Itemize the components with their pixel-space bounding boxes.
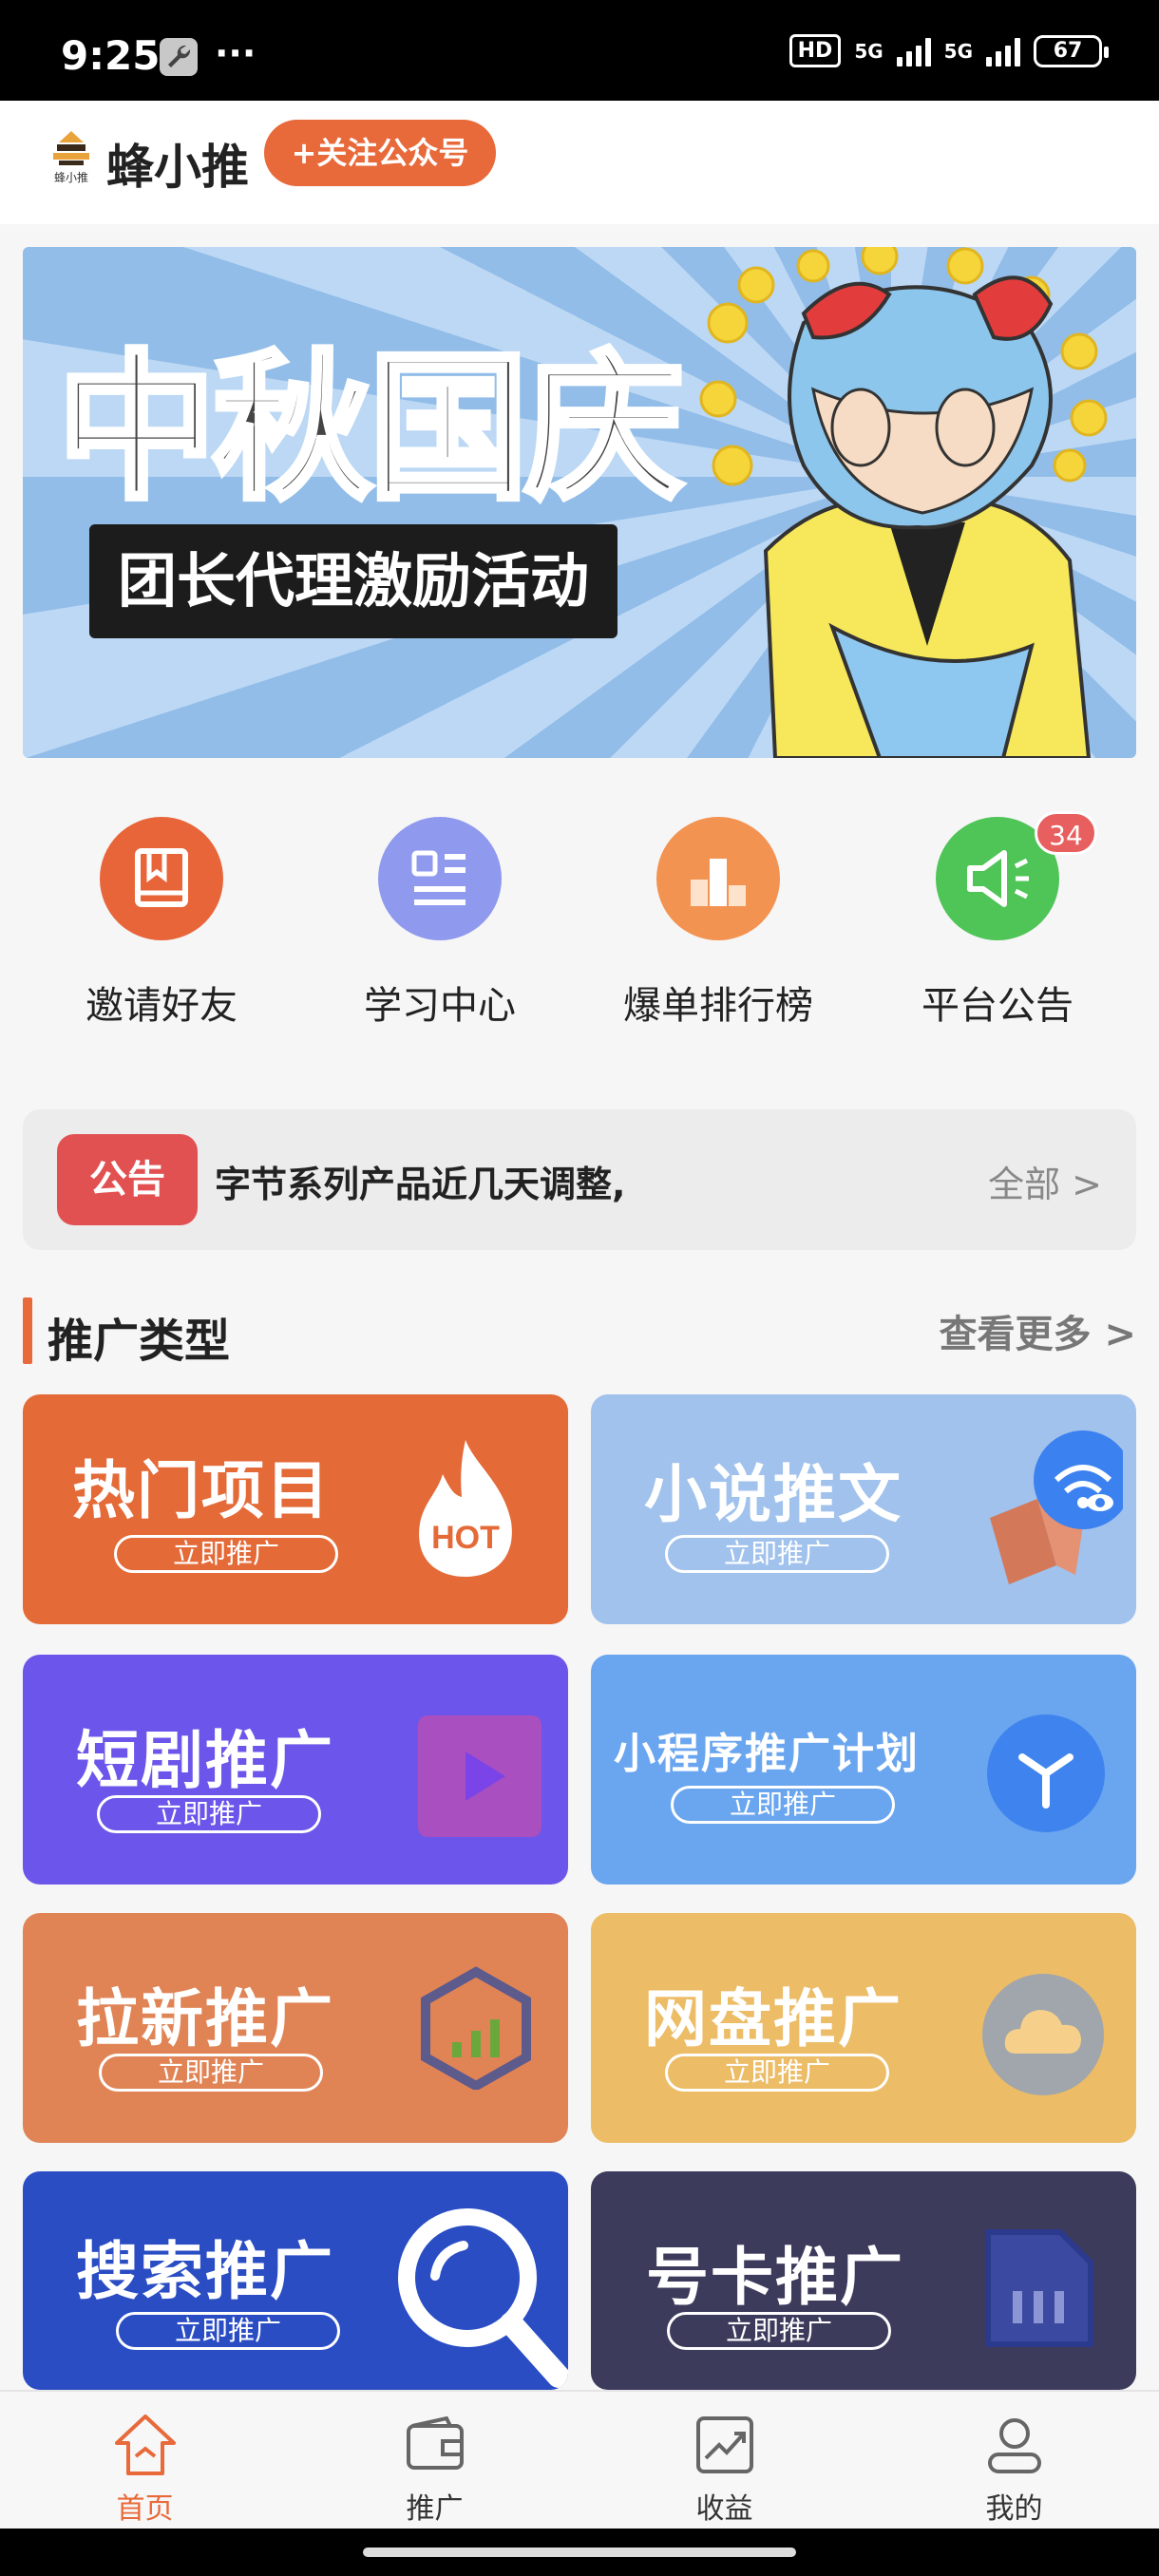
promote-now-button[interactable]: 立即推广 (667, 2312, 891, 2350)
announcement-text[interactable]: 字节系列产品近几天调整, (215, 1155, 625, 1207)
promote-now-button[interactable]: 立即推广 (116, 2312, 340, 2350)
card-novel-promotion[interactable]: 小说推文 立即推广 (591, 1394, 1136, 1624)
quick-menu-invite-friends[interactable]: 邀请好友 (38, 798, 285, 1030)
status-bar: 9:25 ··· HD 5G 5G 67 (0, 0, 1159, 101)
card-search-promotion[interactable]: 搜索推广 立即推广 (23, 2171, 568, 2390)
section-accent-bar (23, 1297, 32, 1364)
wallet-icon (401, 2411, 469, 2479)
card-title: 拉新推广 (76, 1982, 334, 2055)
list-icon (378, 817, 502, 940)
app-name: 蜂小推 (106, 140, 249, 195)
battery-icon: 67 (1034, 34, 1109, 67)
signal-icon (986, 36, 1020, 66)
cloud-icon (978, 1970, 1108, 2099)
announcement-bar[interactable]: 公告 字节系列产品近几天调整, 全部 > (23, 1109, 1136, 1250)
banner-title: 中秋国庆 (54, 335, 687, 521)
card-mini-program[interactable]: 小程序推广计划 立即推广 (591, 1655, 1136, 1885)
nav-label: 推广 (406, 2492, 464, 2526)
status-time: 9:25 (61, 32, 161, 79)
play-icon (418, 1715, 542, 1837)
sim-card-icon (980, 2225, 1098, 2352)
card-short-drama[interactable]: 短剧推广 立即推广 (23, 1655, 568, 1885)
home-icon (111, 2411, 180, 2479)
quick-menu-label: 邀请好友 (86, 984, 238, 1028)
hexagon-chart-icon (414, 1966, 538, 2092)
announcement-tag: 公告 (57, 1134, 198, 1225)
bee-logo-icon (53, 131, 89, 165)
profile-icon (980, 2411, 1049, 2479)
notification-badge: 34 (1035, 811, 1097, 855)
nav-home[interactable]: 首页 (0, 2392, 290, 2530)
card-cloud-drive[interactable]: 网盘推广 立即推广 (591, 1913, 1136, 2143)
card-title: 短剧推广 (76, 1724, 334, 1797)
card-title: 小程序推广计划 (614, 1730, 920, 1778)
card-new-user-acquisition[interactable]: 拉新推广 立即推广 (23, 1913, 568, 2143)
nav-profile[interactable]: 我的 (869, 2392, 1159, 2530)
podium-icon (656, 817, 780, 940)
follow-official-account-button[interactable]: +关注公众号 (264, 120, 496, 186)
promote-now-button[interactable]: 立即推广 (671, 1786, 895, 1824)
promotion-types-header: 推广类型 查看更多 > (23, 1294, 1136, 1370)
card-title: 搜索推广 (76, 2235, 334, 2308)
view-all-announcements-link[interactable]: 全部 > (988, 1155, 1102, 1207)
nav-label: 我的 (985, 2492, 1043, 2526)
network-5g-label: 5G (943, 39, 973, 63)
nav-promote[interactable]: 推广 (290, 2392, 580, 2530)
card-title: 网盘推广 (644, 1982, 902, 2055)
system-home-bar (0, 2529, 1159, 2576)
trend-icon (691, 2411, 759, 2479)
nav-label: 收益 (695, 2492, 753, 2526)
promote-now-button[interactable]: 立即推广 (665, 2054, 889, 2092)
quick-menu-leaderboard[interactable]: 爆单排行榜 (595, 798, 842, 1030)
card-title: 小说推文 (644, 1458, 902, 1531)
search-icon (393, 2206, 568, 2390)
promo-banner[interactable]: 中秋国庆 团长代理激励活动 (23, 247, 1136, 758)
nav-label: 首页 (116, 2492, 174, 2526)
view-more-link[interactable]: 查看更多 > (940, 1303, 1136, 1358)
quick-menu-label: 爆单排行榜 (623, 984, 813, 1028)
hot-label: HOT (431, 1520, 500, 1556)
hd-icon: HD (788, 34, 842, 67)
promote-now-button[interactable]: 立即推广 (665, 1535, 889, 1573)
bottom-navigation: 首页 推广 收益 我的 (0, 2390, 1159, 2529)
promote-now-button[interactable]: 立即推广 (114, 1535, 338, 1573)
card-title: 热门项目 (72, 1454, 331, 1527)
banner-subtitle: 团长代理激励活动 (89, 524, 618, 638)
card-hot-projects[interactable]: 热门项目 立即推广 HOT (23, 1394, 568, 1624)
megaphone-icon: 34 (936, 811, 1097, 940)
section-title: 推广类型 (48, 1315, 231, 1368)
cartoon-character-illustration (699, 247, 1108, 758)
book-eye-icon (971, 1423, 1132, 1594)
signal-icon (896, 36, 931, 66)
mini-program-icon (984, 1712, 1108, 1835)
network-5g-label: 5G (854, 39, 884, 63)
wrench-icon (160, 38, 198, 76)
quick-menu: 邀请好友 学习中心 爆单排行榜 34 平台公告 (0, 798, 1159, 1045)
book-icon (100, 817, 223, 940)
logo-caption: 蜂小推 (53, 171, 88, 184)
home-gesture-handle[interactable] (363, 2548, 796, 2557)
quick-menu-platform-announcement[interactable]: 34 平台公告 (874, 798, 1121, 1030)
promote-now-button[interactable]: 立即推广 (97, 1795, 321, 1833)
quick-menu-label: 平台公告 (922, 984, 1074, 1028)
status-dots: ··· (215, 32, 256, 74)
promote-now-button[interactable]: 立即推广 (99, 2054, 323, 2092)
card-title: 号卡推广 (646, 2241, 904, 2314)
card-sim-card[interactable]: 号卡推广 立即推广 (591, 2171, 1136, 2390)
quick-menu-learning-center[interactable]: 学习中心 (316, 798, 563, 1030)
app-logo: 蜂小推 (49, 129, 93, 188)
app-header: 蜂小推 蜂小推 +关注公众号 (0, 101, 1159, 224)
nav-earnings[interactable]: 收益 (580, 2392, 869, 2530)
hot-flame-icon: HOT (408, 1436, 522, 1579)
quick-menu-label: 学习中心 (364, 984, 516, 1028)
